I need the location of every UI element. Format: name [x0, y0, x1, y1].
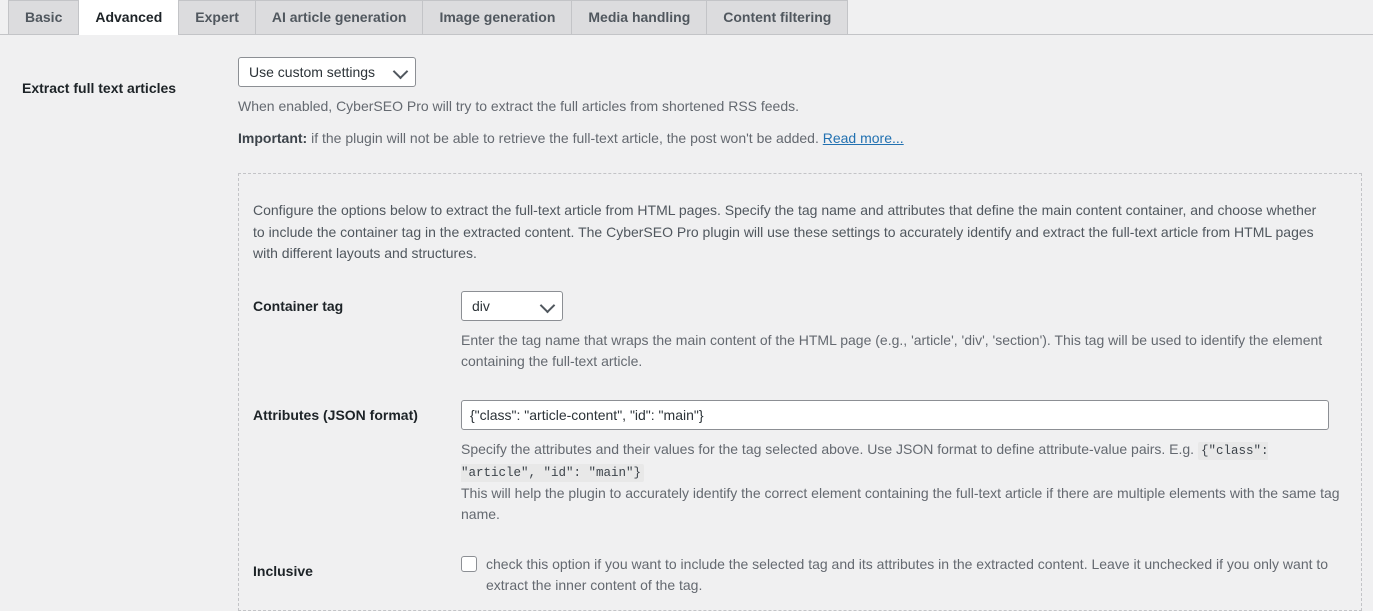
container-tag-row: Container tag div Enter the tag name tha… [239, 291, 1361, 372]
tab-advanced[interactable]: Advanced [78, 0, 180, 35]
attributes-control: Specify the attributes and their values … [461, 400, 1361, 525]
tab-label: Content filtering [723, 9, 832, 25]
inclusive-checkbox[interactable] [461, 555, 477, 572]
container-tag-select-wrapper: div [461, 291, 563, 322]
attributes-json-input[interactable] [461, 400, 1329, 431]
inclusive-row: Inclusive check this option if you want … [239, 555, 1361, 598]
extract-full-text-articles-row: Extract full text articles Use custom se… [0, 35, 1373, 149]
inclusive-checkbox-line: check this option if you want to include… [461, 555, 1343, 598]
tab-basic[interactable]: Basic [8, 0, 80, 34]
attributes-label: Attributes (JSON format) [253, 407, 418, 424]
tab-media-handling[interactable]: Media handling [571, 0, 708, 34]
tab-expert[interactable]: Expert [178, 0, 256, 34]
attributes-description-text: Specify the attributes and their values … [461, 441, 1198, 458]
custom-settings-panel: Configure the options below to extract t… [238, 173, 1362, 611]
inclusive-control: check this option if you want to include… [461, 555, 1361, 598]
important-label: Important: [238, 130, 308, 146]
container-tag-label: Container tag [253, 298, 344, 315]
extract-description-line-2-text: if the plugin will not be able to retrie… [307, 130, 823, 146]
tab-label: Basic [25, 9, 63, 25]
tab-ai-article-generation[interactable]: AI article generation [254, 0, 424, 34]
panel-intro-text: Configure the options below to extract t… [253, 202, 1317, 262]
tab-label: Advanced [95, 9, 163, 25]
container-tag-description: Enter the tag name that wraps the main c… [461, 332, 1323, 370]
attributes-description-part-2: This will help the plugin to accurately … [461, 484, 1340, 522]
read-more-link[interactable]: Read more... [823, 130, 904, 146]
settings-tab-bar: Basic Advanced Expert AI article generat… [0, 0, 1373, 35]
container-tag-select[interactable]: div [461, 291, 563, 322]
extract-full-text-articles-label: Extract full text articles [22, 80, 177, 96]
tab-image-generation[interactable]: Image generation [422, 0, 573, 34]
extract-full-text-articles-field: Use custom settings When enabled, CyberS… [238, 57, 1373, 149]
extract-mode-select-wrapper: Use custom settings [238, 57, 416, 87]
attributes-description-part-1: Specify the attributes and their values … [461, 439, 1343, 483]
tab-label: Image generation [439, 9, 556, 25]
container-tag-control: div Enter the tag name that wraps the ma… [461, 291, 1361, 372]
tab-label: AI article generation [271, 9, 407, 25]
tab-label: Expert [195, 9, 239, 25]
extract-mode-select[interactable]: Use custom settings [238, 57, 416, 87]
attributes-row: Attributes (JSON format) Specify the att… [239, 400, 1361, 525]
extract-description-line-1: When enabled, CyberSEO Pro will try to e… [238, 98, 800, 114]
tab-label: Media handling [588, 9, 691, 25]
inclusive-label: Inclusive [253, 562, 313, 579]
tab-content-filtering[interactable]: Content filtering [706, 0, 849, 34]
settings-page-body: Extract full text articles Use custom se… [0, 35, 1373, 611]
inclusive-description: check this option if you want to include… [486, 555, 1329, 593]
extract-description-line-2: Important: if the plugin will not be abl… [238, 128, 1373, 149]
